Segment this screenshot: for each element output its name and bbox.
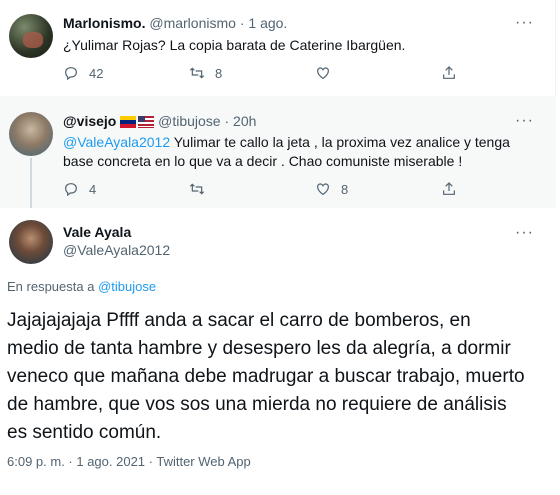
share-icon — [443, 182, 455, 195]
like-icon — [317, 183, 329, 196]
reply-icon — [65, 183, 77, 197]
tweet-header: @visejo @tibujose · 20h — [63, 112, 256, 130]
separator: · — [224, 113, 230, 129]
action-bar: 42 8 — [63, 65, 533, 83]
flag-icons — [120, 116, 155, 129]
like-count: 8 — [341, 181, 349, 197]
share-icon — [443, 66, 455, 79]
reply-button[interactable]: 4 — [63, 181, 96, 197]
retweet-icon — [189, 183, 205, 195]
retweet-count: 8 — [215, 65, 223, 81]
more-icon[interactable]: ··· — [515, 225, 534, 241]
reply-to-link[interactable]: @tibujose — [98, 279, 156, 294]
tweet-timestamp[interactable]: 6:09 p. m. · 1 ago. 2021 · Twitter Web A… — [7, 454, 251, 469]
avatar[interactable] — [9, 220, 53, 264]
avatar[interactable] — [9, 14, 53, 58]
action-bar: 4 8 — [63, 181, 533, 199]
author-handle[interactable]: @ValeAyala2012 — [63, 241, 170, 259]
more-icon[interactable]: ··· — [515, 15, 534, 31]
share-button[interactable] — [441, 181, 457, 197]
like-button[interactable] — [315, 65, 341, 81]
tweet-text: @ValeAyala2012 Yulimar te callo la jeta … — [63, 133, 533, 171]
tweet-time[interactable]: 20h — [233, 113, 256, 129]
retweet-icon — [189, 67, 205, 79]
thread-line — [30, 158, 32, 214]
avatar[interactable] — [9, 112, 53, 156]
author-handle[interactable]: @tibujose — [158, 113, 220, 129]
reply-count: 42 — [89, 65, 104, 81]
separator: · — [239, 15, 245, 31]
retweet-button[interactable] — [189, 181, 215, 197]
tweet-text: ¿Yulimar Rojas? La copia barata de Cater… — [63, 37, 406, 53]
tweet-time[interactable]: 1 ago. — [248, 15, 287, 31]
reply-icon — [65, 67, 77, 81]
share-button[interactable] — [441, 65, 457, 81]
author-name[interactable]: @visejo — [63, 113, 116, 129]
reply-count: 4 — [89, 181, 97, 197]
author-name-block: Vale Ayala @ValeAyala2012 — [63, 223, 170, 259]
tweet-header: Marlonismo. @marlonismo · 1 ago. — [63, 14, 287, 32]
reply-prefix: En respuesta a — [7, 279, 95, 294]
tweet-text: Jajajajajaja Pffff anda a sacar el carro… — [7, 310, 525, 443]
author-name[interactable]: Marlonismo. — [63, 15, 145, 31]
retweet-button[interactable]: 8 — [189, 65, 222, 81]
reply-context: En respuesta a @tibujose — [7, 279, 156, 294]
mention-link[interactable]: @ValeAyala2012 — [63, 134, 170, 150]
divider — [0, 96, 556, 104]
more-icon[interactable]: ··· — [515, 113, 534, 129]
reply-button[interactable]: 42 — [63, 65, 103, 81]
like-button[interactable]: 8 — [315, 181, 348, 197]
like-icon — [317, 67, 329, 80]
author-handle[interactable]: @marlonismo — [149, 15, 236, 31]
author-name[interactable]: Vale Ayala — [63, 223, 170, 241]
